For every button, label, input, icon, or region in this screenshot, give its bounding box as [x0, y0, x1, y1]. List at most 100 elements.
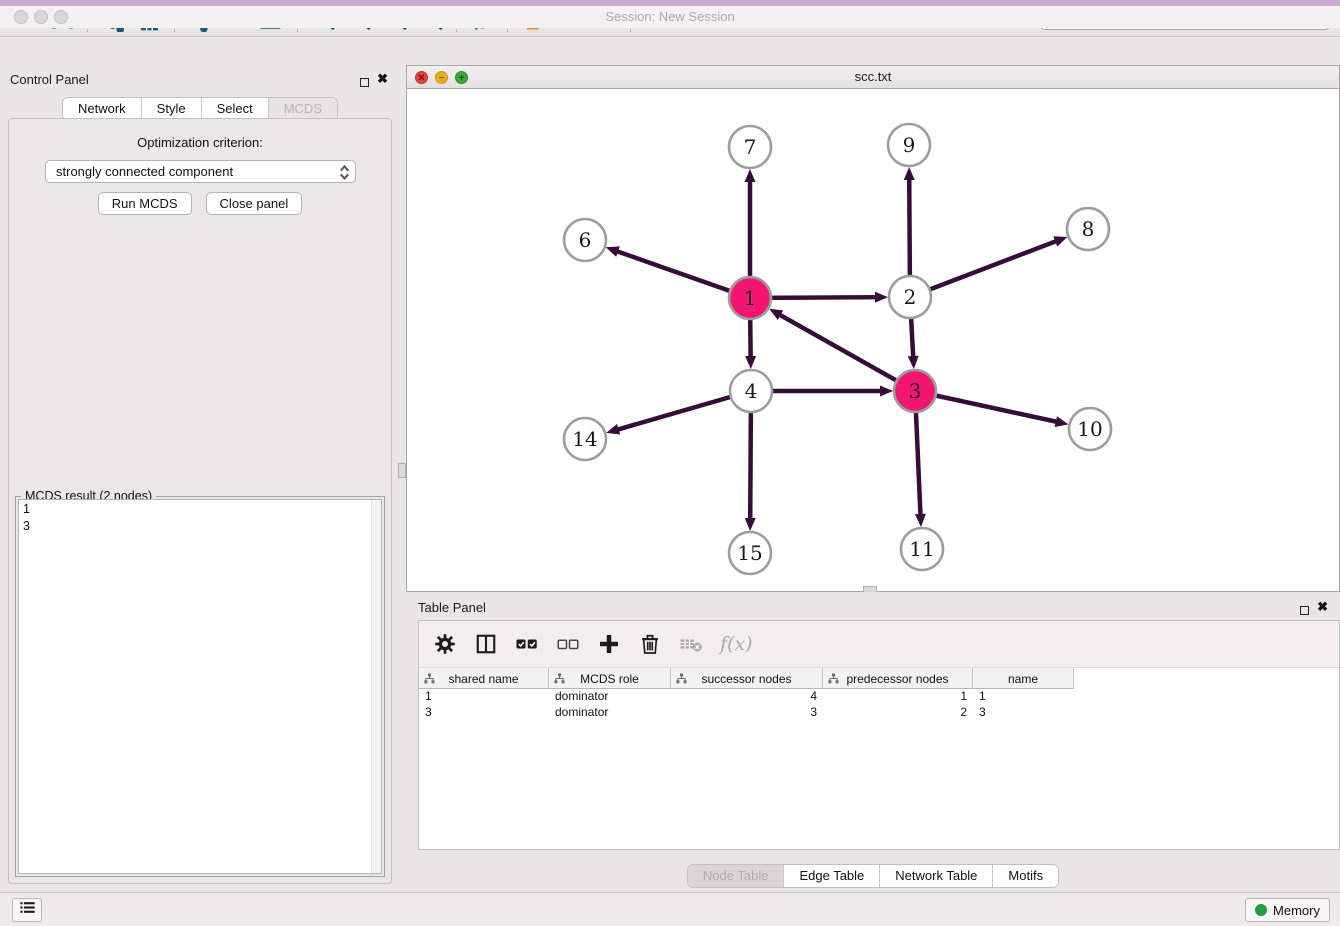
- hierarchy-icon: [424, 673, 435, 687]
- column-header-name[interactable]: name: [973, 668, 1074, 689]
- svg-text:10: 10: [1077, 417, 1102, 441]
- edge-3-1[interactable]: [769, 309, 915, 391]
- result-line: 3: [23, 518, 377, 535]
- delete-table-icon: [679, 632, 703, 656]
- graph-node-15[interactable]: 15: [729, 532, 771, 574]
- table-row[interactable]: 1dominator411: [419, 689, 1339, 705]
- close-window-icon[interactable]: [14, 10, 28, 24]
- table-toolbar: f(x): [419, 621, 1339, 668]
- splitter-grip[interactable]: [398, 463, 406, 478]
- table-cell: 1: [823, 689, 973, 705]
- hierarchy-icon: [828, 673, 839, 687]
- table-cell: 3: [973, 705, 1074, 721]
- table-cell: 4: [671, 689, 823, 705]
- table-cell: 2: [823, 705, 973, 721]
- table-cell: 3: [419, 705, 549, 721]
- deselect-all-icon[interactable]: [556, 632, 580, 656]
- tab-select[interactable]: Select: [201, 98, 268, 120]
- minimize-view-icon[interactable]: −: [435, 71, 448, 84]
- table-cell: 1: [419, 689, 549, 705]
- svg-text:8: 8: [1082, 217, 1095, 241]
- tab-mcds[interactable]: MCDS: [268, 98, 337, 120]
- select-all-icon[interactable]: [515, 632, 539, 656]
- minimize-window-icon[interactable]: [34, 10, 48, 24]
- criterion-value: strongly connected component: [56, 164, 233, 179]
- maximize-view-icon[interactable]: +: [455, 71, 468, 84]
- column-header-shared-name[interactable]: shared name: [419, 668, 549, 689]
- graph-node-14[interactable]: 14: [564, 418, 606, 460]
- graph-node-8[interactable]: 8: [1067, 208, 1109, 250]
- edge-4-14[interactable]: [606, 391, 751, 435]
- mcds-result-text[interactable]: 13: [18, 499, 382, 874]
- network-window-titlebar[interactable]: ✕ − + scc.txt: [407, 66, 1339, 89]
- close-panel-icon[interactable]: ✖: [377, 73, 388, 85]
- edge-3-10[interactable]: [915, 391, 1069, 427]
- column-header-predecessor-nodes[interactable]: predecessor nodes: [823, 668, 973, 689]
- graph-node-3[interactable]: 3: [894, 370, 936, 412]
- graph-node-9[interactable]: 9: [888, 124, 930, 166]
- svg-text:2: 2: [904, 285, 917, 309]
- graph-node-10[interactable]: 10: [1069, 408, 1111, 450]
- select-stepper-icon: [338, 163, 351, 185]
- delete-row-icon[interactable]: [638, 632, 662, 656]
- window-title: Session: New Session: [0, 6, 1340, 28]
- memory-label: Memory: [1273, 903, 1320, 918]
- svg-text:3: 3: [909, 379, 922, 403]
- graph-node-4[interactable]: 4: [730, 370, 772, 412]
- column-layout-icon[interactable]: [474, 632, 498, 656]
- graph-node-6[interactable]: 6: [564, 219, 606, 261]
- close-view-icon[interactable]: ✕: [415, 71, 428, 84]
- table-tab-edge-table[interactable]: Edge Table: [783, 865, 879, 887]
- optimization-criterion-label: Optimization criterion:: [9, 135, 391, 150]
- memory-button[interactable]: Memory: [1245, 898, 1330, 922]
- zoom-window-icon[interactable]: [54, 10, 68, 24]
- criterion-select[interactable]: strongly connected component: [45, 160, 356, 183]
- function-builder-icon[interactable]: f(x): [720, 633, 753, 655]
- graph-node-2[interactable]: 2: [889, 276, 931, 318]
- table-cell: dominator: [549, 705, 671, 721]
- svg-text:6: 6: [579, 228, 592, 252]
- float-panel-icon[interactable]: [360, 74, 369, 92]
- memory-status-icon: [1255, 904, 1267, 916]
- table-cell: 3: [671, 705, 823, 721]
- svg-text:15: 15: [737, 541, 762, 565]
- graph-node-11[interactable]: 11: [901, 528, 943, 570]
- hierarchy-icon: [676, 673, 687, 687]
- column-header-MCDS-role[interactable]: MCDS role: [549, 668, 671, 689]
- table-panel: Table Panel ✖ f(x) shared nameMCDS roles…: [406, 592, 1340, 892]
- status-bar: Memory: [0, 892, 1340, 926]
- graph-node-7[interactable]: 7: [729, 126, 771, 168]
- hierarchy-icon: [554, 673, 565, 687]
- close-table-panel-icon[interactable]: ✖: [1317, 601, 1328, 613]
- table-tab-network-table[interactable]: Network Table: [879, 865, 992, 887]
- network-canvas[interactable]: 7 9 6 8 1 2 4 3 14 10 15 11: [407, 89, 1339, 591]
- graph-node-1[interactable]: 1: [729, 277, 771, 319]
- tab-style[interactable]: Style: [141, 98, 201, 120]
- table-cell: 1: [973, 689, 1074, 705]
- svg-text:4: 4: [745, 379, 758, 403]
- table-tab-motifs[interactable]: Motifs: [992, 865, 1058, 887]
- run-mcds-button[interactable]: Run MCDS: [98, 192, 192, 215]
- status-menu-button[interactable]: [12, 898, 42, 922]
- float-table-panel-icon[interactable]: [1300, 602, 1309, 620]
- add-row-icon[interactable]: [597, 632, 621, 656]
- control-panel: Control Panel ✖ NetworkStyleSelectMCDS O…: [0, 65, 400, 892]
- column-header-successor-nodes[interactable]: successor nodes: [671, 668, 823, 689]
- svg-text:14: 14: [572, 427, 597, 451]
- tab-network[interactable]: Network: [63, 98, 141, 120]
- close-panel-button[interactable]: Close panel: [206, 192, 303, 215]
- table-header-row: shared nameMCDS rolesuccessor nodesprede…: [419, 668, 1074, 689]
- result-scrollbar[interactable]: [371, 500, 381, 873]
- edge-2-8[interactable]: [910, 236, 1067, 297]
- mcds-result-group: MCDS result (2 nodes) 13: [15, 496, 385, 877]
- settings-gear-icon[interactable]: [433, 632, 457, 656]
- edge-1-6[interactable]: [606, 246, 750, 298]
- table-tab-node-table[interactable]: Node Table: [688, 865, 784, 887]
- mcds-panel: Optimization criterion: strongly connect…: [8, 118, 392, 884]
- table-row[interactable]: 3dominator323: [419, 705, 1339, 721]
- network-view-title: scc.txt: [407, 66, 1339, 88]
- network-graph: 7 9 6 8 1 2 4 3 14 10 15 11: [407, 89, 1339, 591]
- svg-text:9: 9: [903, 133, 916, 157]
- control-panel-title: Control Panel: [10, 72, 89, 87]
- svg-text:11: 11: [909, 537, 934, 561]
